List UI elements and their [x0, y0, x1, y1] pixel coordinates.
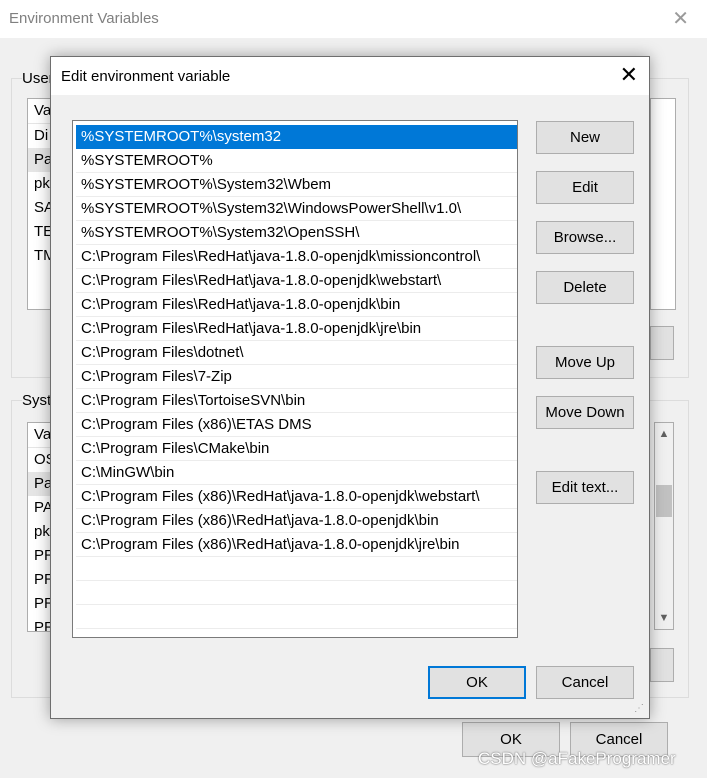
watermark: CSDN @aFakeProgramer — [478, 749, 676, 768]
scroll-down-arrow-icon[interactable]: ▼ — [655, 609, 673, 627]
edit-environment-variable-dialog: Edit environment variable ✕ %SYSTEMROOT%… — [50, 56, 650, 719]
path-list-item[interactable]: C:\MinGW\bin — [76, 461, 517, 485]
path-list-item[interactable]: C:\Program Files\TortoiseSVN\bin — [76, 389, 517, 413]
move-down-button[interactable]: Move Down — [536, 396, 634, 429]
dialog-title: Edit environment variable — [61, 68, 231, 85]
path-list-item[interactable]: C:\Program Files\RedHat\java-1.8.0-openj… — [76, 317, 517, 341]
empty-list-row[interactable] — [76, 581, 517, 605]
parent-title-bar: Environment Variables ✕ — [0, 0, 707, 38]
system-delete-button-partial[interactable] — [650, 648, 674, 682]
cancel-button[interactable]: Cancel — [536, 666, 634, 699]
user-delete-button-partial[interactable] — [650, 326, 674, 360]
path-list-item[interactable]: C:\Program Files (x86)\RedHat\java-1.8.0… — [76, 485, 517, 509]
dialog-close-icon[interactable]: ✕ — [620, 62, 638, 88]
path-list-item[interactable]: C:\Program Files\RedHat\java-1.8.0-openj… — [76, 269, 517, 293]
path-list-item[interactable]: %SYSTEMROOT%\System32\WindowsPowerShell\… — [76, 197, 517, 221]
scroll-thumb[interactable] — [656, 485, 672, 517]
resize-grip-icon[interactable]: ⋰ — [634, 703, 646, 715]
path-list-item[interactable]: C:\Program Files (x86)\RedHat\java-1.8.0… — [76, 533, 517, 557]
delete-button[interactable]: Delete — [536, 271, 634, 304]
path-list-item[interactable]: C:\Program Files\7-Zip — [76, 365, 517, 389]
edit-button[interactable]: Edit — [536, 171, 634, 204]
empty-list-row[interactable] — [76, 605, 517, 629]
empty-list-row[interactable] — [76, 557, 517, 581]
path-list-item[interactable]: %SYSTEMROOT%\System32\Wbem — [76, 173, 517, 197]
path-list-item[interactable]: %SYSTEMROOT%\system32 — [76, 125, 517, 149]
edit-text-button[interactable]: Edit text... — [536, 471, 634, 504]
path-list-item[interactable]: C:\Program Files\dotnet\ — [76, 341, 517, 365]
path-list-item[interactable]: C:\Program Files\RedHat\java-1.8.0-openj… — [76, 293, 517, 317]
path-list[interactable]: %SYSTEMROOT%\system32 %SYSTEMROOT% %SYSTEM… — [72, 120, 518, 638]
parent-close-icon[interactable]: ✕ — [672, 6, 689, 31]
user-variables-list-right-edge — [650, 98, 676, 310]
path-list-item[interactable]: %SYSTEMROOT%\System32\OpenSSH\ — [76, 221, 517, 245]
path-list-item[interactable]: C:\Program Files (x86)\RedHat\java-1.8.0… — [76, 509, 517, 533]
system-variables-scrollbar[interactable]: ▲ ▼ — [654, 422, 674, 630]
parent-window-title: Environment Variables — [9, 10, 159, 27]
new-button[interactable]: New — [536, 121, 634, 154]
ok-button[interactable]: OK — [428, 666, 526, 699]
dialog-title-bar: Edit environment variable ✕ — [51, 57, 649, 95]
path-list-item[interactable]: C:\Program Files\RedHat\java-1.8.0-openj… — [76, 245, 517, 269]
path-list-item[interactable]: %SYSTEMROOT% — [76, 149, 517, 173]
path-list-item[interactable]: C:\Program Files (x86)\ETAS DMS — [76, 413, 517, 437]
move-up-button[interactable]: Move Up — [536, 346, 634, 379]
path-list-item[interactable]: C:\Program Files\CMake\bin — [76, 437, 517, 461]
scroll-up-arrow-icon[interactable]: ▲ — [655, 425, 673, 443]
browse-button[interactable]: Browse... — [536, 221, 634, 254]
